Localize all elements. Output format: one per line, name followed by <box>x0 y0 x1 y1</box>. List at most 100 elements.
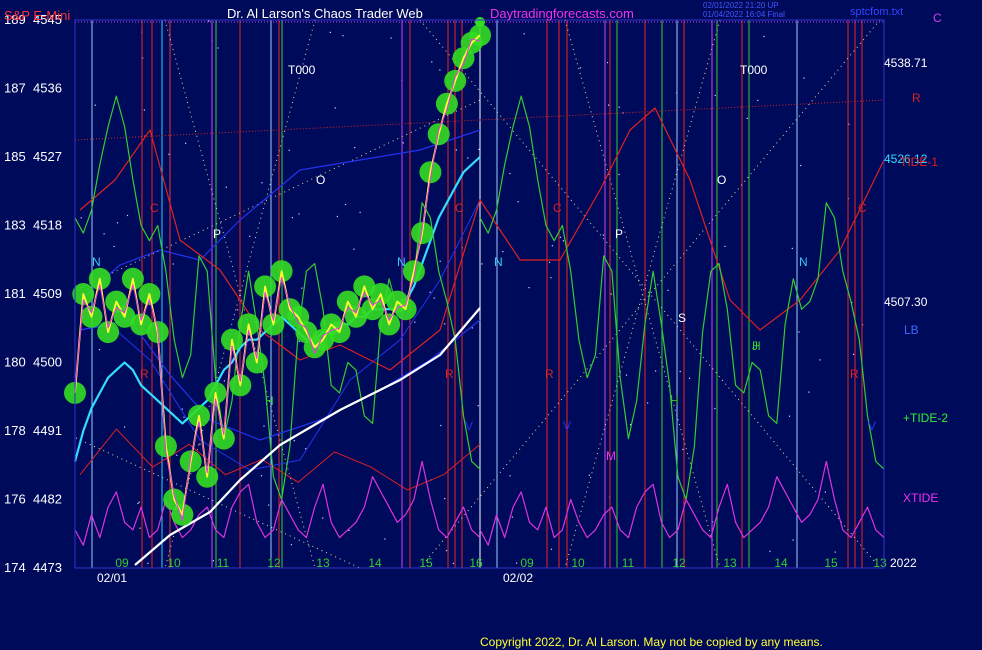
star <box>834 551 836 553</box>
star <box>139 527 141 529</box>
star <box>143 109 145 111</box>
star <box>481 263 483 265</box>
cycle-annotation: N <box>397 255 406 269</box>
file-label: sptcfom.txt <box>850 6 903 18</box>
star <box>433 297 435 299</box>
star <box>94 104 96 106</box>
star <box>798 331 800 333</box>
star <box>688 377 691 379</box>
right-series-label: LB <box>904 323 919 337</box>
star <box>550 548 553 550</box>
star <box>769 550 771 552</box>
star <box>298 213 300 215</box>
star <box>414 321 416 323</box>
cycle-annotation: H <box>670 394 679 408</box>
star <box>819 359 821 361</box>
star <box>236 309 239 311</box>
star <box>344 203 347 206</box>
star <box>172 263 174 265</box>
star <box>138 501 140 503</box>
stamp-1: 02/01/2022 21:20 UP <box>703 1 779 10</box>
star <box>103 233 105 235</box>
star <box>509 475 511 477</box>
star <box>147 562 149 564</box>
star <box>509 172 511 175</box>
cycle-annotation: V <box>465 419 473 433</box>
star <box>223 380 225 382</box>
star <box>336 215 338 218</box>
star <box>176 454 178 456</box>
copyright: Copyright 2022, Dr. Al Larson. May not b… <box>480 635 823 649</box>
cycle-annotation: H <box>265 394 274 408</box>
star <box>113 245 115 248</box>
star <box>137 502 139 504</box>
star <box>608 104 610 106</box>
star <box>792 539 794 541</box>
symbol-label: S&P E-Mini <box>4 8 70 23</box>
star <box>682 448 684 450</box>
star <box>439 69 441 71</box>
cycle-annotation: P <box>615 227 623 241</box>
star <box>516 562 518 564</box>
chart-title: Dr. Al Larson's Chaos Trader Web <box>227 6 423 21</box>
star <box>853 353 855 355</box>
star <box>342 35 344 37</box>
x-date-tick: 02/01 <box>97 571 127 585</box>
star <box>322 517 324 519</box>
cycle-annotation: O <box>316 173 325 187</box>
star <box>559 236 561 238</box>
star <box>602 234 604 236</box>
star <box>445 550 448 552</box>
right-series-label: R <box>912 91 921 105</box>
star <box>212 560 214 562</box>
y-tick-price: 4473 <box>33 560 62 575</box>
y-tick-index: 181 <box>4 286 26 301</box>
star <box>291 217 293 219</box>
y-tick-price: 4491 <box>33 423 62 438</box>
cycle-annotation: T000 <box>740 63 768 77</box>
star <box>502 251 504 253</box>
star <box>431 61 433 63</box>
cycle-annotation: R <box>140 367 149 381</box>
star <box>183 416 185 418</box>
site-link[interactable]: Daytradingforecasts.com <box>490 6 634 21</box>
right-value-label: 4538.71 <box>884 56 928 70</box>
star <box>168 153 170 155</box>
star <box>181 408 183 410</box>
star <box>757 99 759 101</box>
star <box>185 142 187 144</box>
star <box>305 448 307 450</box>
cycle-annotation: R <box>850 367 859 381</box>
star <box>647 402 649 404</box>
star <box>225 186 227 188</box>
y-tick-index: 187 <box>4 81 26 96</box>
star <box>439 260 441 262</box>
y-tick-index: 176 <box>4 492 26 507</box>
star <box>523 33 525 35</box>
star <box>618 106 620 108</box>
cycle-annotation: N <box>799 255 808 269</box>
star <box>126 214 129 217</box>
y-tick-index: 185 <box>4 149 26 164</box>
star <box>803 77 805 79</box>
star <box>517 201 519 203</box>
cycle-annotation: T000 <box>288 63 316 77</box>
y-tick-index: 174 <box>4 560 26 575</box>
y-tick-index: 180 <box>4 355 26 370</box>
star <box>354 147 356 149</box>
star <box>471 327 473 329</box>
star <box>298 340 300 342</box>
star <box>329 31 331 33</box>
cycle-annotation: N <box>92 255 101 269</box>
star <box>714 407 716 410</box>
x-date-tick: 02/02 <box>503 571 533 585</box>
cycle-annotation: J <box>752 339 758 353</box>
star <box>528 287 530 289</box>
star <box>384 538 386 540</box>
cycle-annotation: O <box>717 173 726 187</box>
star <box>746 117 748 119</box>
star <box>548 261 551 263</box>
star <box>452 562 454 564</box>
cycle-annotation: R <box>445 367 454 381</box>
latest-price-dot <box>475 17 485 27</box>
